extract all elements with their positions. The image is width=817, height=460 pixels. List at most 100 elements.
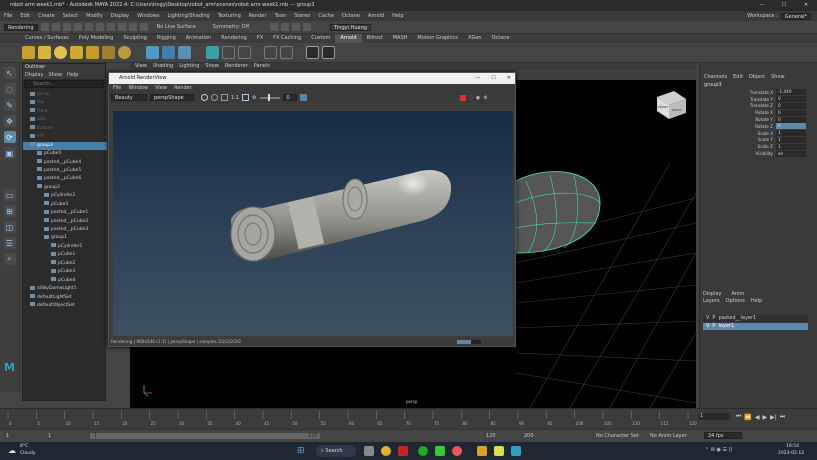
- render-view-menu-view[interactable]: View: [155, 84, 167, 92]
- outliner-item[interactable]: pasted__pCube3: [23, 226, 107, 234]
- shelf-tab-bifrost[interactable]: Bifrost: [362, 34, 388, 43]
- exposure-minus-icon[interactable]: [211, 94, 218, 101]
- viewport-menu-view[interactable]: View: [135, 63, 147, 70]
- xbox-icon[interactable]: [418, 446, 428, 456]
- outliner-item[interactable]: pCylinder2: [23, 192, 107, 200]
- menu-texturing[interactable]: Texturing: [214, 11, 245, 21]
- viewport-menu-shading[interactable]: Shading: [153, 63, 173, 70]
- app-icon[interactable]: [398, 446, 408, 456]
- layout-single-icon[interactable]: ▭: [3, 189, 16, 201]
- channel-value[interactable]: -1.440: [776, 89, 806, 96]
- outliner-item[interactable]: pCube2: [23, 260, 107, 268]
- outliner-item[interactable]: persp: [23, 91, 107, 99]
- minimize-icon[interactable]: —: [751, 0, 773, 11]
- ipr-toggle-icon[interactable]: ◉: [476, 95, 480, 101]
- weather-icon[interactable]: ☁: [8, 446, 16, 455]
- user-account[interactable]: Tingyi Huang: [330, 23, 371, 31]
- outliner-item[interactable]: pasted__pCube2: [23, 218, 107, 226]
- layer-tab-display[interactable]: Display: [703, 291, 721, 297]
- layer-menu-layers[interactable]: Layers: [703, 298, 720, 304]
- menu-help[interactable]: Help: [388, 11, 407, 21]
- outliner-item[interactable]: group3: [23, 141, 107, 151]
- photometric-light-icon[interactable]: [102, 46, 115, 59]
- go-to-end-icon[interactable]: ⏭: [780, 413, 785, 421]
- layer-row[interactable]: V Player1: [703, 323, 808, 330]
- menu-render[interactable]: Render: [245, 11, 271, 21]
- arnold-render-view-icon[interactable]: [306, 46, 319, 59]
- shelf-tab-fxcaching[interactable]: FX Caching: [268, 34, 306, 43]
- outliner-menu-show[interactable]: Show: [48, 71, 62, 79]
- clock-date[interactable]: 2023-02-12: [778, 451, 804, 456]
- render-canvas[interactable]: [113, 111, 513, 336]
- exposure-value[interactable]: 0: [282, 94, 297, 101]
- channel-box-menu-show[interactable]: Show: [771, 74, 785, 80]
- layer-menu-options[interactable]: Options: [726, 298, 745, 304]
- outliner-item[interactable]: group2: [23, 184, 107, 192]
- channel-value[interactable]: 0: [776, 109, 806, 116]
- outliner-item[interactable]: bottom: [23, 125, 107, 133]
- live-surface-label[interactable]: No Live Surface: [157, 24, 196, 30]
- channel-value[interactable]: 1: [776, 143, 806, 150]
- current-frame-field[interactable]: 1: [698, 413, 730, 420]
- tray-icons[interactable]: ⌃ ✉ ◉ ☰ )): [705, 447, 732, 453]
- outliner-search-input[interactable]: Search...: [24, 80, 104, 88]
- paint-select-icon[interactable]: ✎: [3, 99, 16, 111]
- channel-row[interactable]: Scale Y1: [700, 136, 817, 144]
- step-forward-icon[interactable]: ▶|: [770, 414, 777, 421]
- outliner-item[interactable]: side: [23, 116, 107, 124]
- ipr-render-icon[interactable]: [281, 23, 290, 31]
- menu-set-combo[interactable]: Rendering: [4, 23, 38, 31]
- snap-grid-icon[interactable]: [106, 23, 115, 31]
- stop-render-icon[interactable]: [459, 94, 466, 101]
- menu-file[interactable]: File: [0, 11, 16, 21]
- range-bar[interactable]: [90, 433, 320, 439]
- area-light-icon[interactable]: [70, 46, 83, 59]
- channel-row[interactable]: Visibility on: [700, 150, 817, 157]
- render-view-menu-window[interactable]: Window: [128, 84, 148, 92]
- shelf-tab-rigging[interactable]: Rigging: [152, 34, 181, 43]
- channel-box-menu-object[interactable]: Object: [749, 74, 765, 80]
- channel-value[interactable]: 1: [776, 136, 806, 143]
- outliner-item[interactable]: pCube3: [23, 268, 107, 276]
- channel-value[interactable]: on: [776, 150, 806, 157]
- menu-cache[interactable]: Cache: [314, 11, 338, 21]
- shelf-tab-rendering[interactable]: Rendering: [216, 34, 252, 43]
- maya-taskbar-icon[interactable]: [511, 446, 521, 456]
- outliner-item[interactable]: defaultObjectSet: [23, 302, 107, 310]
- exposure-slider[interactable]: [259, 93, 280, 101]
- channel-value[interactable]: 0: [776, 96, 806, 103]
- shelf-tab-octane[interactable]: Octane: [487, 34, 515, 43]
- start-icon[interactable]: ⊞: [297, 446, 305, 456]
- menu-octane[interactable]: Octane: [338, 11, 364, 21]
- outliner-item[interactable]: group1: [23, 234, 107, 242]
- outliner-item[interactable]: pCube5: [23, 150, 107, 158]
- outliner-item[interactable]: left: [23, 133, 107, 141]
- operator-icon[interactable]: [280, 46, 293, 59]
- menu-display[interactable]: Display: [107, 11, 133, 21]
- redo-icon[interactable]: [73, 23, 82, 31]
- menu-lightingshading[interactable]: Lighting/Shading: [163, 11, 213, 21]
- outliner-layout-icon[interactable]: ☰: [3, 237, 16, 249]
- zoom-ratio[interactable]: 1:1: [231, 95, 239, 101]
- select-hierarchy-icon[interactable]: [84, 23, 93, 31]
- curve-collector-icon[interactable]: [178, 46, 191, 59]
- move-tool-icon[interactable]: ✥: [3, 115, 16, 127]
- lasso-tool-icon[interactable]: ◌: [3, 83, 16, 95]
- volume-icon[interactable]: [162, 46, 175, 59]
- time-slider[interactable]: 0 5 10 15 20 25 30 35 40 45 50 55 60 65 70 75 80 85 90 95 10…: [0, 408, 817, 429]
- arnold-play-icon[interactable]: [322, 46, 335, 59]
- txmanager-icon[interactable]: [264, 46, 277, 59]
- render-settings-icon[interactable]: [292, 23, 301, 31]
- symmetry-label[interactable]: Symmetry: Off: [213, 24, 249, 30]
- viewport-menu-show[interactable]: Show: [205, 63, 219, 70]
- channel-value[interactable]: 1: [776, 130, 806, 137]
- outliner-item[interactable]: pasted__pCube6: [23, 175, 107, 183]
- outliner-item[interactable]: pasted__pCube4: [23, 159, 107, 167]
- layer-tab-anim[interactable]: Anim: [731, 291, 744, 297]
- menu-arnold[interactable]: Arnold: [364, 11, 388, 21]
- layer-row[interactable]: V Ppasted__layer1: [703, 315, 808, 322]
- channel-value[interactable]: 0: [776, 116, 806, 123]
- channel-row[interactable]: Rotate X0: [700, 109, 817, 116]
- step-back-key-icon[interactable]: ⏪: [744, 414, 751, 421]
- render-view-menu-render[interactable]: Render: [174, 84, 192, 92]
